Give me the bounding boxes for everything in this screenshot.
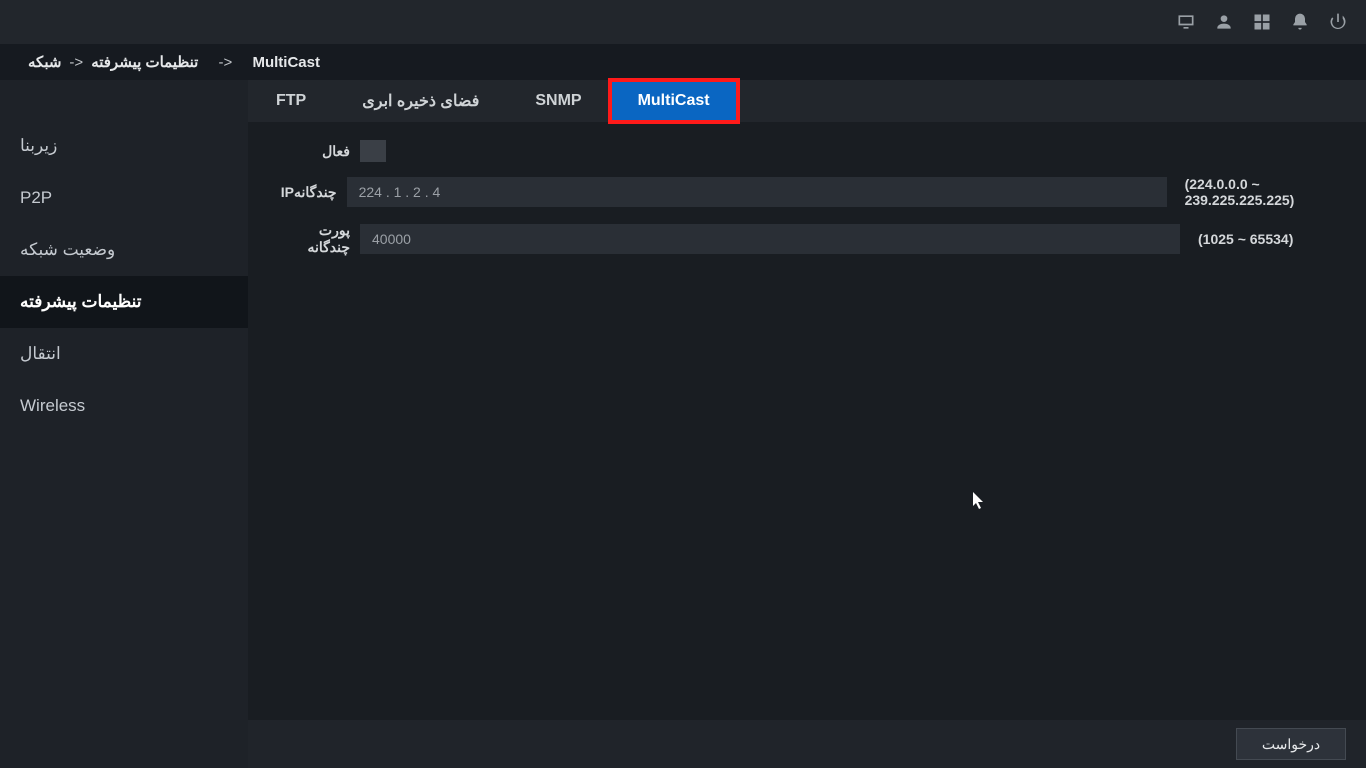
grid-icon[interactable] <box>1252 12 1272 32</box>
sidebar-item-p2p[interactable]: P2P <box>0 172 248 224</box>
tab-multicast[interactable]: MultiCast <box>610 80 738 122</box>
sidebar: زیربنا P2P وضعیت شبکه تنظیمات پیشرفته ان… <box>0 80 248 768</box>
topbar <box>0 0 1366 44</box>
sidebar-item-transfer[interactable]: انتقال <box>0 328 248 380</box>
monitor-icon[interactable] <box>1176 12 1196 32</box>
sidebar-item-network-status[interactable]: وضعیت شبکه <box>0 224 248 276</box>
sidebar-item-infrastructure[interactable]: زیربنا <box>0 120 248 172</box>
multicast-ip-hint: (224.0.0.0 ~ 239.225.225.225) <box>1185 176 1340 208</box>
breadcrumb-root: شبکه <box>28 53 61 71</box>
enable-checkbox[interactable] <box>360 140 386 162</box>
sidebar-item-advanced-settings[interactable]: تنظیمات پیشرفته <box>0 276 248 328</box>
tab-snmp[interactable]: SNMP <box>507 80 609 122</box>
multicast-ip-label: IPچندگانه <box>274 184 347 201</box>
content-pane: FTP فضای ذخیره ابری SNMP MultiCast فعال … <box>248 80 1366 768</box>
power-icon[interactable] <box>1328 12 1348 32</box>
apply-button[interactable]: درخواست <box>1236 728 1346 760</box>
breadcrumb-sep: -> <box>219 54 233 71</box>
topbar-icons <box>1176 12 1348 32</box>
tab-cloud-storage[interactable]: فضای ذخیره ابری <box>334 80 507 122</box>
breadcrumb-mid: تنظیمات پیشرفته <box>91 53 198 71</box>
multicast-port-label: پورت چندگانه <box>274 222 360 256</box>
tab-ftp[interactable]: FTP <box>248 80 334 122</box>
user-icon[interactable] <box>1214 12 1234 32</box>
mouse-cursor-icon <box>973 492 987 515</box>
multicast-port-hint: (1025 ~ 65534) <box>1198 231 1293 247</box>
multicast-port-input[interactable] <box>360 224 1180 254</box>
breadcrumb-sep: -> <box>69 54 83 71</box>
enable-label: فعال <box>274 143 360 160</box>
breadcrumb-leaf: MultiCast <box>252 54 320 71</box>
multicast-ip-input[interactable] <box>347 177 1167 207</box>
multicast-form: فعال IPچندگانه (224.0.0.0 ~ 239.225.225.… <box>248 122 1366 288</box>
bell-icon[interactable] <box>1290 12 1310 32</box>
breadcrumb: شبکه -> تنظیمات پیشرفته -> MultiCast <box>0 44 1366 80</box>
footer-bar: درخواست <box>248 720 1366 768</box>
sidebar-item-wireless[interactable]: Wireless <box>0 380 248 432</box>
tabs: FTP فضای ذخیره ابری SNMP MultiCast <box>248 80 1366 122</box>
